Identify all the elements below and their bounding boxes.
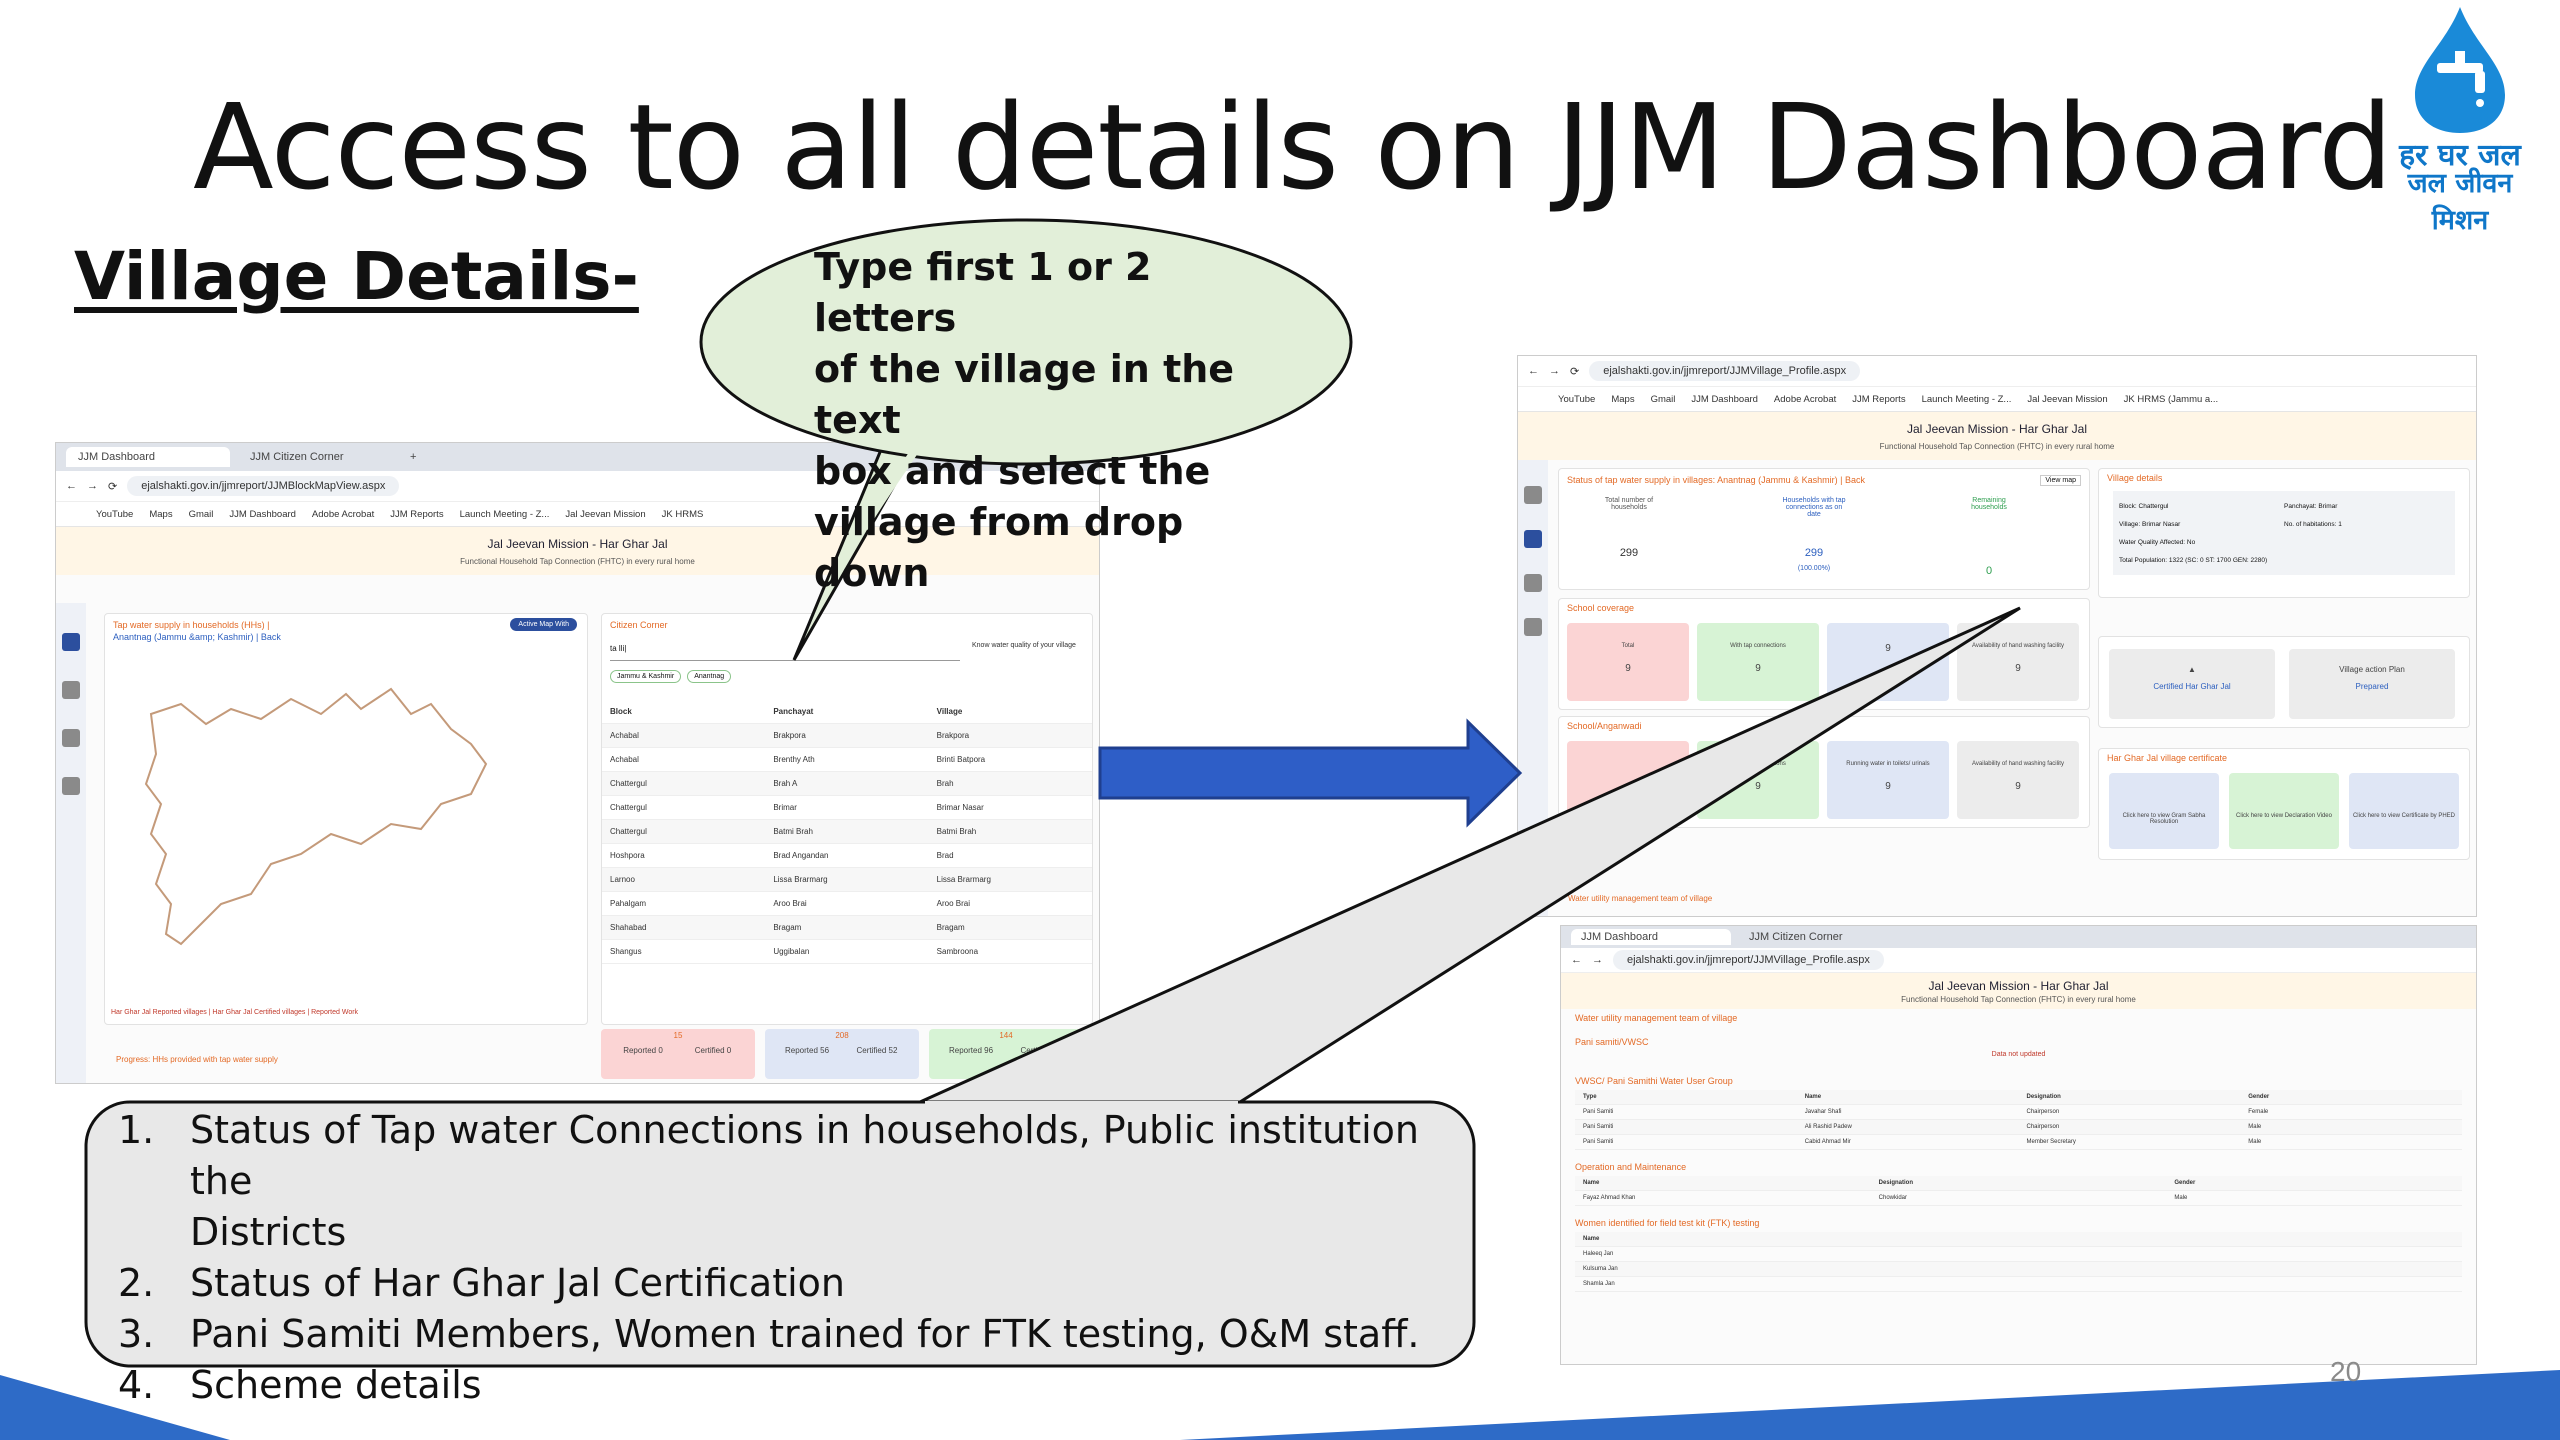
step-number: 3. [118,1312,155,1356]
steps-list: 1. Status of Tap water Connections in ho… [118,1105,1438,1411]
bubble-line-1: Type first 1 or 2 letters [814,245,1152,340]
step-text: Pani Samiti Members, Women trained for F… [190,1312,1420,1356]
step-text: Scheme details [190,1363,482,1407]
step-1: 1. Status of Tap water Connections in ho… [118,1105,1438,1258]
blue-arrow [1098,718,1523,828]
page-number: 20 [2330,1356,2362,1387]
step-number: 2. [118,1261,155,1305]
step-number: 4. [118,1363,155,1407]
step-4: 4. Scheme details [118,1360,1438,1411]
bubble-text: Type first 1 or 2 letters of the village… [814,242,1264,599]
bubble-line-3: box and select the [814,449,1211,493]
step-text: Status of Tap water Connections in house… [190,1108,1420,1254]
bubble-line-2: of the village in the text [814,347,1235,442]
box-tail [919,606,2021,1104]
step-number: 1. [118,1108,155,1152]
step-3: 3. Pani Samiti Members, Women trained fo… [118,1309,1438,1360]
bubble-line-4: village from drop down [814,500,1184,595]
step-text: Status of Har Ghar Jal Certification [190,1261,845,1305]
step-2: 2. Status of Har Ghar Jal Certification [118,1258,1438,1309]
